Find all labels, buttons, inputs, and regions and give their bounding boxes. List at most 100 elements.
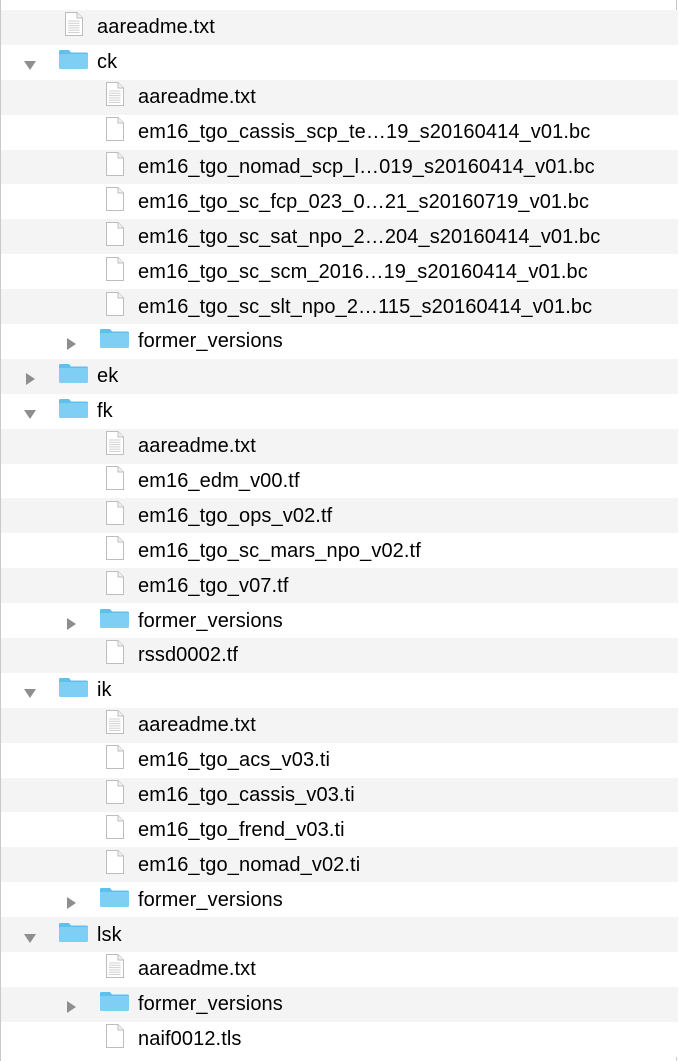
file-row[interactable]: rssd0002.tf <box>1 638 678 673</box>
file-row[interactable]: em16_tgo_cassis_v03.ti <box>1 777 678 813</box>
file-row[interactable]: em16_edm_v00.tf <box>1 463 678 499</box>
text-document-icon <box>105 81 125 113</box>
disclosure-triangle-collapsed-icon[interactable] <box>64 614 78 630</box>
file-icon <box>105 535 125 567</box>
file-row[interactable]: em16_tgo_acs_v03.ti <box>1 742 678 778</box>
folder-icon <box>99 990 130 1018</box>
file-name: em16_tgo_nomad_scp_l…019_s20160414_v01.b… <box>138 156 595 178</box>
text-document-icon <box>105 709 125 741</box>
file-name: em16_tgo_acs_v03.ti <box>138 749 331 772</box>
folder-icon <box>58 921 89 949</box>
file-row[interactable]: em16_tgo_sc_mars_npo_v02.tf <box>1 533 678 569</box>
file-name: em16_tgo_sc_mars_npo_v02.tf <box>138 539 421 562</box>
file-row[interactable]: em16_tgo_nomad_scp_l…019_s20160414_v01.b… <box>1 149 678 185</box>
file-tree-list: aareadme.txt ck aareadme.txt em16_tgo_cassi… <box>1 10 678 1057</box>
folder-row[interactable]: former_versions <box>1 986 678 1022</box>
folder-icon <box>58 362 89 390</box>
file-name: em16_tgo_frend_v03.ti <box>138 818 345 841</box>
file-icon <box>105 116 125 148</box>
file-icon <box>105 186 125 218</box>
folder-name: ck <box>97 51 118 74</box>
disclosure-triangle-collapsed-icon[interactable] <box>23 369 37 386</box>
file-icon <box>105 570 125 602</box>
file-name: em16_tgo_v07.tf <box>138 574 289 597</box>
file-name: naif0012.tls <box>138 1028 242 1051</box>
file-row[interactable]: em16_tgo_v07.tf <box>1 568 678 604</box>
folder-icon <box>58 397 89 425</box>
file-icon <box>105 151 125 183</box>
disclosure-triangle-collapsed-icon[interactable] <box>64 893 78 909</box>
disclosure-triangle-collapsed-icon[interactable] <box>64 334 78 351</box>
file-row[interactable]: em16_tgo_cassis_scp_te…19_s20160414_v01.… <box>1 114 678 150</box>
folder-row[interactable]: former_versions <box>1 882 678 918</box>
folder-name: former_versions <box>138 330 283 353</box>
file-name: aareadme.txt <box>138 958 256 981</box>
folder-row[interactable]: fk <box>1 393 678 429</box>
file-icon <box>105 849 125 881</box>
file-icon <box>105 256 125 288</box>
folder-icon <box>58 48 89 76</box>
file-icon <box>105 1023 125 1055</box>
file-icon <box>105 291 125 323</box>
file-row[interactable]: naif0012.tls <box>1 1021 678 1057</box>
disclosure-triangle-collapsed-icon[interactable] <box>64 997 78 1014</box>
file-row[interactable]: aareadme.txt <box>1 952 678 987</box>
file-row[interactable]: aareadme.txt <box>1 707 678 743</box>
text-document-icon <box>64 11 84 43</box>
file-name: em16_tgo_sc_fcp_023_0…21_s20160719_v01.b… <box>138 190 590 213</box>
file-name: aareadme.txt <box>138 714 256 737</box>
file-name: em16_edm_v00.tf <box>138 470 300 493</box>
file-name: aareadme.txt <box>138 86 256 109</box>
file-icon <box>105 221 125 253</box>
disclosure-triangle-expanded-icon[interactable] <box>23 928 37 943</box>
file-name: em16_tgo_nomad_v02.ti <box>138 853 361 876</box>
disclosure-triangle-expanded-icon[interactable] <box>23 404 37 420</box>
disclosure-triangle-expanded-icon[interactable] <box>23 683 37 699</box>
file-icon <box>105 465 125 497</box>
file-row[interactable]: em16_tgo_frend_v03.ti <box>1 812 678 848</box>
file-name: aareadme.txt <box>97 16 215 39</box>
folder-name: former_versions <box>138 609 283 632</box>
file-icon <box>105 779 125 811</box>
file-row[interactable]: em16_tgo_sc_slt_npo_2…115_s20160414_v01.… <box>1 289 678 325</box>
file-row[interactable]: em16_tgo_sc_fcp_023_0…21_s20160719_v01.b… <box>1 184 678 220</box>
folder-row[interactable]: former_versions <box>1 603 678 639</box>
folder-name: ek <box>97 365 119 388</box>
folder-name: ik <box>97 679 112 702</box>
disclosure-triangle-expanded-icon[interactable] <box>23 55 37 71</box>
folder-name: lsk <box>97 923 122 946</box>
folder-icon <box>99 607 130 635</box>
folder-name: former_versions <box>138 888 283 911</box>
file-icon <box>105 500 125 532</box>
text-document-icon <box>105 430 125 462</box>
file-icon <box>105 814 125 846</box>
folder-row[interactable]: ek <box>1 358 678 394</box>
text-document-icon <box>105 953 125 985</box>
file-row[interactable]: aareadme.txt <box>1 79 678 115</box>
file-icon <box>105 744 125 776</box>
folder-icon <box>99 886 130 914</box>
file-name: aareadme.txt <box>138 435 256 458</box>
file-row[interactable]: em16_tgo_nomad_v02.ti <box>1 847 678 883</box>
file-icon <box>105 639 125 671</box>
folder-row[interactable]: ck <box>1 44 678 80</box>
folder-name: former_versions <box>138 993 283 1016</box>
folder-icon <box>58 676 89 704</box>
file-name: rssd0002.tf <box>138 644 239 667</box>
file-name: em16_tgo_sc_scm_2016…19_s20160414_v01.bc <box>138 260 588 283</box>
folder-row[interactable]: ik <box>1 672 678 708</box>
file-row[interactable]: em16_tgo_ops_v02.tf <box>1 498 678 534</box>
folder-name: fk <box>97 400 113 423</box>
folder-row[interactable]: former_versions <box>1 324 678 359</box>
file-row[interactable]: aareadme.txt <box>1 428 678 464</box>
folder-icon <box>99 327 130 355</box>
file-row[interactable]: aareadme.txt <box>1 10 678 45</box>
file-name: em16_tgo_sc_slt_npo_2…115_s20160414_v01.… <box>138 295 593 318</box>
file-name: em16_tgo_cassis_scp_te…19_s20160414_v01.… <box>138 121 591 144</box>
folder-row[interactable]: lsk <box>1 917 678 953</box>
file-row[interactable]: em16_tgo_sc_sat_npo_2…204_s20160414_v01.… <box>1 219 678 255</box>
file-row[interactable]: em16_tgo_sc_scm_2016…19_s20160414_v01.bc <box>1 254 678 290</box>
file-name: em16_tgo_ops_v02.tf <box>138 504 333 527</box>
file-name: em16_tgo_sc_sat_npo_2…204_s20160414_v01.… <box>138 225 601 248</box>
file-name: em16_tgo_cassis_v03.ti <box>138 784 355 807</box>
